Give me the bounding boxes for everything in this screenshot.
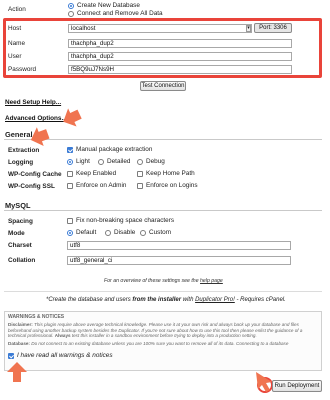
password-input[interactable]: f5BQ9uJ7Ns9H	[68, 65, 292, 74]
fix-nbsp-checkbox[interactable]	[67, 218, 73, 224]
annotation-arrow-icon	[63, 108, 82, 127]
keep-enabled-label: Keep Enabled	[76, 170, 117, 177]
database-warning-label: Database:	[8, 341, 30, 346]
radio-logging-light[interactable]	[67, 159, 73, 165]
collation-input[interactable]: utf8_general_ci	[67, 256, 291, 265]
annotation-arrow-icon	[7, 362, 27, 382]
wpconfig-ssl-label: WP-Config SSL	[8, 183, 55, 190]
overview-note-text: For an overview of these settings see th…	[104, 278, 201, 284]
password-label: Password	[8, 66, 37, 73]
mode-label: Mode	[8, 230, 25, 237]
run-deployment-button[interactable]: Run Deployment	[272, 380, 322, 392]
radio-mode-disable[interactable]	[105, 230, 111, 236]
disclaimer-label: Disclaimer:	[8, 322, 33, 327]
mysql-heading: MySQL	[5, 201, 31, 210]
warnings-panel: WARNINGS & NOTICES Disclaimer: This plug…	[4, 311, 322, 371]
host-label: Host	[8, 25, 22, 32]
duplicator-pro-link[interactable]: Duplicator Pro!	[195, 297, 235, 303]
host-dropdown-icon[interactable]: ▾	[246, 25, 251, 32]
user-input[interactable]: thachpha_dup2	[68, 52, 292, 61]
enforce-admin-checkbox[interactable]	[67, 183, 73, 189]
keep-home-path-checkbox[interactable]	[137, 171, 143, 177]
action-label: Action	[8, 6, 26, 13]
database-warning-body: Do not connect to an existing database u…	[29, 341, 289, 346]
radio-logging-debug[interactable]	[137, 159, 143, 165]
read-warnings-checkbox[interactable]	[8, 353, 14, 359]
test-connection-button[interactable]: Test Connection	[140, 81, 186, 91]
radio-mode-default[interactable]	[67, 230, 73, 236]
create-db-note-prefix: *Create the database and users	[46, 297, 133, 303]
wpconfig-cache-label: WP-Config Cache	[8, 171, 62, 178]
create-db-note: *Create the database and users from the …	[46, 297, 286, 303]
collation-label: Collation	[8, 257, 36, 264]
radio-mode-custom-label: Custom	[149, 229, 172, 236]
enforce-logins-checkbox[interactable]	[137, 183, 143, 189]
read-warnings-label: I have read all warnings & notices	[17, 352, 113, 359]
radio-create-new-database-label: Create New Database	[77, 2, 140, 9]
create-db-note-bold: from the installer	[132, 297, 182, 303]
enforce-logins-label: Enforce on Logins	[146, 182, 198, 189]
port-button[interactable]: Port: 3306	[254, 23, 292, 33]
radio-logging-debug-label: Debug	[146, 158, 165, 165]
create-db-note-middle: with	[181, 297, 196, 303]
extraction-label: Extraction	[8, 147, 40, 154]
database-warning-text: Database: Do not connect to an existing …	[8, 341, 318, 347]
keep-enabled-checkbox[interactable]	[67, 171, 73, 177]
name-label: Name	[8, 40, 26, 47]
disclaimer-tail: test this installer in a sandbox environ…	[70, 333, 257, 339]
manual-extraction-label: Manual package extraction	[76, 146, 153, 153]
name-input[interactable]: thachpha_dup2	[68, 39, 292, 48]
logging-label: Logging	[8, 159, 34, 166]
enforce-admin-label: Enforce on Admin	[76, 182, 127, 189]
manual-extraction-checkbox[interactable]	[67, 147, 73, 153]
need-setup-help-link[interactable]: Need Setup Help...	[5, 99, 61, 106]
fix-nbsp-label: Fix non-breaking space characters	[76, 217, 175, 224]
radio-mode-disable-label: Disable	[114, 229, 136, 236]
radio-logging-detailed-label: Detailed	[107, 158, 131, 165]
radio-mode-default-label: Default	[76, 229, 97, 236]
disclaimer-text: Disclaimer: This plugin require above av…	[8, 322, 318, 339]
radio-create-new-database[interactable]	[68, 3, 74, 9]
charset-label: Charset	[8, 242, 32, 249]
warnings-title: WARNINGS & NOTICES	[8, 314, 65, 320]
create-db-note-suffix: - Requires cPanel.	[234, 297, 286, 303]
overview-note: For an overview of these settings see th…	[104, 278, 223, 284]
radio-logging-detailed[interactable]	[98, 159, 104, 165]
keep-home-path-label: Keep Home Path	[146, 170, 195, 177]
note-divider	[4, 291, 322, 292]
charset-input[interactable]: utf8	[67, 241, 291, 250]
host-input[interactable]: localhost	[68, 24, 252, 33]
user-label: User	[8, 53, 22, 60]
radio-mode-custom[interactable]	[140, 230, 146, 236]
disclaimer-always: Always	[54, 333, 71, 339]
radio-connect-remove-data[interactable]	[68, 11, 74, 17]
mysql-divider	[4, 210, 322, 211]
radio-connect-remove-data-label: Connect and Remove All Data	[77, 10, 163, 17]
help-page-link[interactable]: help page	[200, 278, 223, 284]
spacing-label: Spacing	[8, 218, 33, 225]
annotation-arrow-icon	[30, 127, 50, 146]
radio-logging-light-label: Light	[76, 158, 90, 165]
